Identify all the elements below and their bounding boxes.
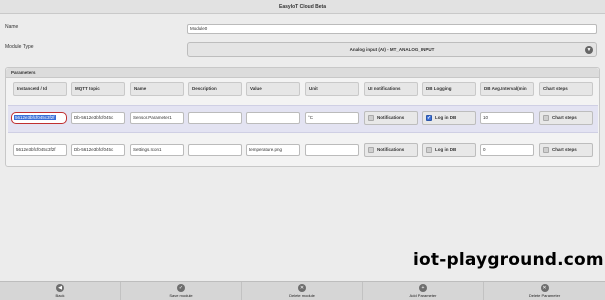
check-icon: ✓ bbox=[177, 284, 185, 292]
avg-interval-field[interactable]: 10 bbox=[480, 112, 534, 124]
instance-id-field[interactable]: 5612e3bfcf045c3f2f bbox=[11, 112, 67, 124]
app-title: EasyIoT Cloud Beta bbox=[279, 4, 326, 10]
unit-field[interactable]: °C bbox=[305, 112, 359, 124]
module-name-input[interactable]: Module0 bbox=[187, 24, 597, 34]
checkbox-checked-icon: ✓ bbox=[426, 115, 432, 121]
module-type-select[interactable]: Analog input (AI) - MT_ANALOG_INPUT ▼ bbox=[187, 42, 597, 57]
col-header-ui-notifications: UI notifications bbox=[364, 82, 418, 96]
delete-parameter-label: Delete Parameter bbox=[528, 293, 561, 298]
mqtt-topic-field[interactable]: Db-5612e3bfcf045c bbox=[71, 112, 125, 124]
col-header-name: Name bbox=[130, 82, 184, 96]
avg-interval-field[interactable]: 0 bbox=[480, 144, 534, 156]
col-header-instance-id: InstanceId / Id bbox=[13, 82, 67, 96]
chart-steps-toggle[interactable]: Chart steps bbox=[539, 143, 593, 157]
log-in-db-label: Log in DB bbox=[435, 115, 457, 120]
delete-module-label: Delete module bbox=[289, 293, 315, 298]
col-header-chart-steps: Chart steps bbox=[539, 82, 593, 96]
value-field[interactable] bbox=[246, 112, 300, 124]
chart-steps-label: Chart steps bbox=[552, 147, 577, 152]
delete-icon: ✕ bbox=[298, 284, 306, 292]
col-header-db-avg-interval: DB Avg.Interval(min bbox=[480, 82, 534, 96]
page-header: EasyIoT Cloud Beta bbox=[0, 0, 605, 14]
name-label: Name bbox=[5, 24, 19, 30]
chart-steps-label: Chart steps bbox=[552, 115, 577, 120]
unit-field[interactable] bbox=[305, 144, 359, 156]
footer-toolbar: ◀ Back ✓ Save module ✕ Delete module + A… bbox=[0, 281, 605, 300]
back-label: Back bbox=[55, 293, 65, 298]
plus-icon: + bbox=[419, 284, 427, 292]
watermark-text: iot-playground.com bbox=[413, 250, 604, 270]
log-in-db-toggle[interactable]: ✓ Log in DB bbox=[422, 111, 476, 125]
app-root: EasyIoT Cloud Beta Name Module0 Module T… bbox=[0, 0, 605, 300]
notifications-label: Notifications bbox=[377, 115, 405, 120]
back-button[interactable]: ◀ Back bbox=[0, 282, 121, 300]
checkbox-icon bbox=[368, 115, 374, 121]
checkbox-icon bbox=[368, 147, 374, 153]
delete-module-button[interactable]: ✕ Delete module bbox=[242, 282, 363, 300]
mqtt-topic-field[interactable]: Db-5612e3bfcf045c bbox=[71, 144, 125, 156]
notifications-toggle[interactable]: Notifications bbox=[364, 143, 418, 157]
arrow-left-icon: ◀ bbox=[56, 284, 64, 292]
log-in-db-label: Log in DB bbox=[435, 147, 457, 152]
description-field[interactable] bbox=[188, 144, 242, 156]
parameter-name-field[interactable]: Settings.Icon1 bbox=[130, 144, 184, 156]
value-field[interactable]: temperature.png bbox=[246, 144, 300, 156]
description-field[interactable] bbox=[188, 112, 242, 124]
col-header-mqtt-topic: MQTT topic bbox=[71, 82, 125, 96]
module-type-value: Analog input (AI) - MT_ANALOG_INPUT bbox=[349, 47, 435, 52]
instance-id-selected-text: 5612e3bfcf045c3f2f bbox=[14, 115, 56, 120]
chart-steps-toggle[interactable]: Chart steps bbox=[539, 111, 593, 125]
delete-parameter-button[interactable]: ✕ Delete Parameter bbox=[484, 282, 605, 300]
col-header-value: Value bbox=[246, 82, 300, 96]
add-parameter-label: Add Parameter bbox=[409, 293, 437, 298]
checkbox-icon bbox=[543, 147, 549, 153]
checkbox-icon bbox=[426, 147, 432, 153]
checkbox-icon bbox=[543, 115, 549, 121]
instance-id-field[interactable]: 5612e3bfcf045c3f2f bbox=[13, 144, 67, 156]
delete-icon: ✕ bbox=[540, 284, 549, 292]
col-header-db-logging: DB Logging bbox=[422, 82, 476, 96]
module-type-label: Module Type bbox=[5, 44, 34, 50]
notifications-label: Notifications bbox=[377, 147, 405, 152]
col-header-unit: Unit bbox=[305, 82, 359, 96]
log-in-db-toggle[interactable]: Log in DB bbox=[422, 143, 476, 157]
notifications-toggle[interactable]: Notifications bbox=[364, 111, 418, 125]
chevron-down-icon: ▼ bbox=[585, 46, 593, 54]
col-header-description: Description bbox=[188, 82, 242, 96]
parameter-name-field[interactable]: Sensor.Parameter1 bbox=[130, 112, 184, 124]
save-module-button[interactable]: ✓ Save module bbox=[121, 282, 242, 300]
save-module-label: Save module bbox=[169, 293, 193, 298]
add-parameter-button[interactable]: + Add Parameter bbox=[363, 282, 484, 300]
parameters-title: Parameters bbox=[6, 68, 599, 78]
